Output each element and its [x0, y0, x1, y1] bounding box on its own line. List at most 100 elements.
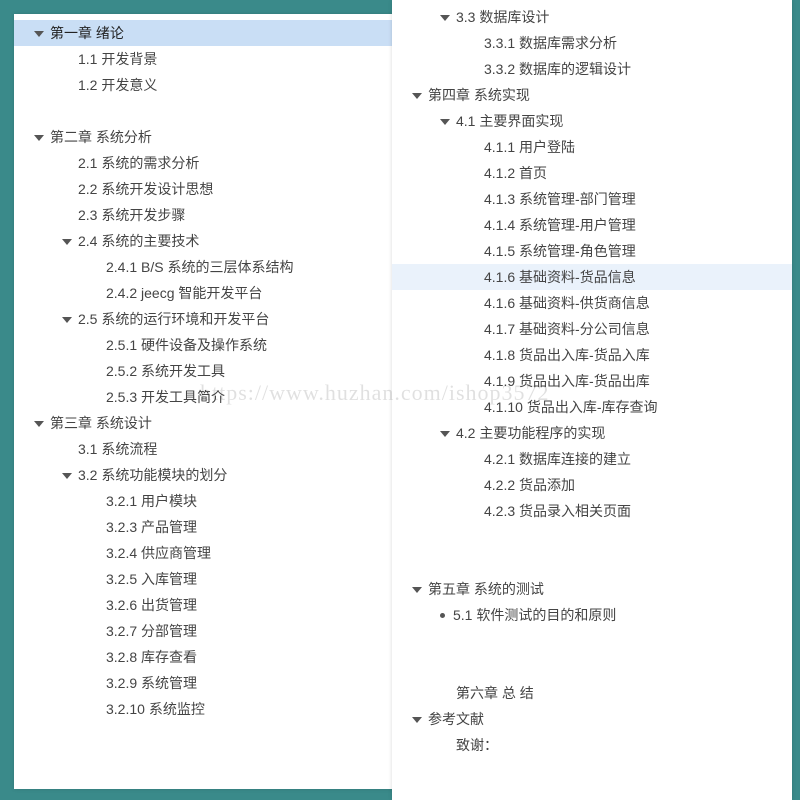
outline-row[interactable]: 3.2.8 库存查看 — [14, 644, 394, 670]
outline-label: 3.2.8 库存查看 — [106, 644, 197, 670]
outline-row[interactable]: 4.2.1 数据库连接的建立 — [392, 446, 792, 472]
indent-spacer — [468, 38, 478, 48]
outline-label: 2.5.1 硬件设备及操作系统 — [106, 332, 267, 358]
outline-row[interactable]: 4.1.6 基础资料-货品信息 — [392, 264, 792, 290]
outline-row[interactable]: 4.1.2 首页 — [392, 160, 792, 186]
outline-row[interactable]: 3.2.4 供应商管理 — [14, 540, 394, 566]
outline-row[interactable] — [392, 550, 792, 576]
outline-row[interactable]: 5.1 软件测试的目的和原则 — [392, 602, 792, 628]
indent-spacer — [90, 678, 100, 688]
outline-row[interactable]: 2.5 系统的运行环境和开发平台 — [14, 306, 394, 332]
outline-row[interactable]: 1.1 开发背景 — [14, 46, 394, 72]
indent-spacer — [90, 522, 100, 532]
indent-spacer — [468, 272, 478, 282]
indent-spacer — [62, 184, 72, 194]
expand-arrow-icon — [440, 119, 450, 125]
outline-label: 3.2.1 用户模块 — [106, 488, 197, 514]
expand-arrow-icon — [412, 717, 422, 723]
outline-row[interactable]: 第二章 系统分析 — [14, 124, 394, 150]
indent-spacer — [468, 480, 478, 490]
outline-row[interactable]: 2.5.3 开发工具简介 — [14, 384, 394, 410]
indent-spacer — [34, 106, 44, 116]
outline-label: 3.3.2 数据库的逻辑设计 — [484, 56, 631, 82]
outline-row[interactable] — [392, 524, 792, 550]
outline-label: 2.4.2 jeecg 智能开发平台 — [106, 280, 262, 306]
outline-row[interactable]: 2.4.2 jeecg 智能开发平台 — [14, 280, 394, 306]
outline-row[interactable]: 2.2 系统开发设计思想 — [14, 176, 394, 202]
outline-row[interactable]: 1.2 开发意义 — [14, 72, 394, 98]
outline-label: 1.2 开发意义 — [78, 72, 157, 98]
indent-spacer — [412, 636, 422, 646]
outline-row[interactable]: 4.2 主要功能程序的实现 — [392, 420, 792, 446]
indent-spacer — [90, 262, 100, 272]
indent-spacer — [62, 54, 72, 64]
outline-row[interactable]: 4.1.1 用户登陆 — [392, 134, 792, 160]
outline-label: 第三章 系统设计 — [50, 410, 152, 436]
indent-spacer — [62, 444, 72, 454]
expand-arrow-icon — [412, 93, 422, 99]
outline-row[interactable]: 2.4.1 B/S 系统的三层体系结构 — [14, 254, 394, 280]
outline-row[interactable]: 3.3 数据库设计 — [392, 4, 792, 30]
indent-spacer — [468, 298, 478, 308]
outline-label: 2.4.1 B/S 系统的三层体系结构 — [106, 254, 293, 280]
outline-row[interactable]: 3.2.10 系统监控 — [14, 696, 394, 722]
outline-row[interactable]: 3.2.9 系统管理 — [14, 670, 394, 696]
outline-right-pane: 3.3 数据库设计3.3.1 数据库需求分析3.3.2 数据库的逻辑设计第四章 … — [392, 0, 792, 800]
outline-row[interactable]: 4.1.7 基础资料-分公司信息 — [392, 316, 792, 342]
outline-row[interactable]: 3.3.1 数据库需求分析 — [392, 30, 792, 56]
indent-spacer — [468, 246, 478, 256]
outline-row[interactable]: 2.5.2 系统开发工具 — [14, 358, 394, 384]
indent-spacer — [468, 350, 478, 360]
indent-spacer — [90, 600, 100, 610]
outline-row[interactable]: 4.1.6 基础资料-供货商信息 — [392, 290, 792, 316]
outline-row[interactable] — [392, 654, 792, 680]
outline-row[interactable]: 3.3.2 数据库的逻辑设计 — [392, 56, 792, 82]
outline-label: 4.2.3 货品录入相关页面 — [484, 498, 631, 524]
outline-row[interactable] — [14, 98, 394, 124]
outline-label: 4.2.2 货品添加 — [484, 472, 575, 498]
indent-spacer — [468, 64, 478, 74]
outline-row[interactable]: 3.2 系统功能模块的划分 — [14, 462, 394, 488]
outline-row[interactable]: 3.2.1 用户模块 — [14, 488, 394, 514]
outline-row[interactable]: 致谢： — [392, 732, 792, 758]
outline-label: 第二章 系统分析 — [50, 124, 152, 150]
outline-row[interactable]: 3.2.3 产品管理 — [14, 514, 394, 540]
outline-label: 4.2 主要功能程序的实现 — [456, 420, 605, 446]
outline-row[interactable]: 2.4 系统的主要技术 — [14, 228, 394, 254]
indent-spacer — [440, 740, 450, 750]
indent-spacer — [62, 80, 72, 90]
indent-spacer — [62, 210, 72, 220]
outline-row[interactable]: 第五章 系统的测试 — [392, 576, 792, 602]
expand-arrow-icon — [440, 15, 450, 21]
indent-spacer — [412, 662, 422, 672]
outline-row[interactable]: 第三章 系统设计 — [14, 410, 394, 436]
indent-spacer — [90, 366, 100, 376]
outline-row[interactable]: 参考文献 — [392, 706, 792, 732]
outline-row[interactable]: 4.1.9 货品出入库-货品出库 — [392, 368, 792, 394]
outline-label: 4.1.9 货品出入库-货品出库 — [484, 368, 650, 394]
outline-row[interactable]: 2.1 系统的需求分析 — [14, 150, 394, 176]
outline-label: 致谢： — [456, 732, 498, 758]
outline-row[interactable]: 3.2.6 出货管理 — [14, 592, 394, 618]
outline-label: 2.5.3 开发工具简介 — [106, 384, 225, 410]
outline-row[interactable]: 第六章 总 结 — [392, 680, 792, 706]
outline-row[interactable]: 2.3 系统开发步骤 — [14, 202, 394, 228]
outline-row[interactable]: 4.1.8 货品出入库-货品入库 — [392, 342, 792, 368]
outline-row[interactable]: 3.2.5 入库管理 — [14, 566, 394, 592]
outline-row[interactable]: 4.1.4 系统管理-用户管理 — [392, 212, 792, 238]
outline-row[interactable] — [392, 628, 792, 654]
outline-row[interactable]: 3.2.7 分部管理 — [14, 618, 394, 644]
outline-row[interactable]: 4.1.5 系统管理-角色管理 — [392, 238, 792, 264]
outline-row[interactable]: 4.1 主要界面实现 — [392, 108, 792, 134]
outline-row[interactable]: 4.1.3 系统管理-部门管理 — [392, 186, 792, 212]
outline-label: 3.3.1 数据库需求分析 — [484, 30, 617, 56]
outline-row[interactable]: 第一章 绪论 — [14, 20, 394, 46]
outline-label: 4.1.3 系统管理-部门管理 — [484, 186, 636, 212]
outline-row[interactable]: 4.2.2 货品添加 — [392, 472, 792, 498]
outline-row[interactable]: 3.1 系统流程 — [14, 436, 394, 462]
outline-row[interactable]: 2.5.1 硬件设备及操作系统 — [14, 332, 394, 358]
outline-row[interactable]: 第四章 系统实现 — [392, 82, 792, 108]
outline-row[interactable]: 4.2.3 货品录入相关页面 — [392, 498, 792, 524]
expand-arrow-icon — [440, 431, 450, 437]
outline-row[interactable]: 4.1.10 货品出入库-库存查询 — [392, 394, 792, 420]
